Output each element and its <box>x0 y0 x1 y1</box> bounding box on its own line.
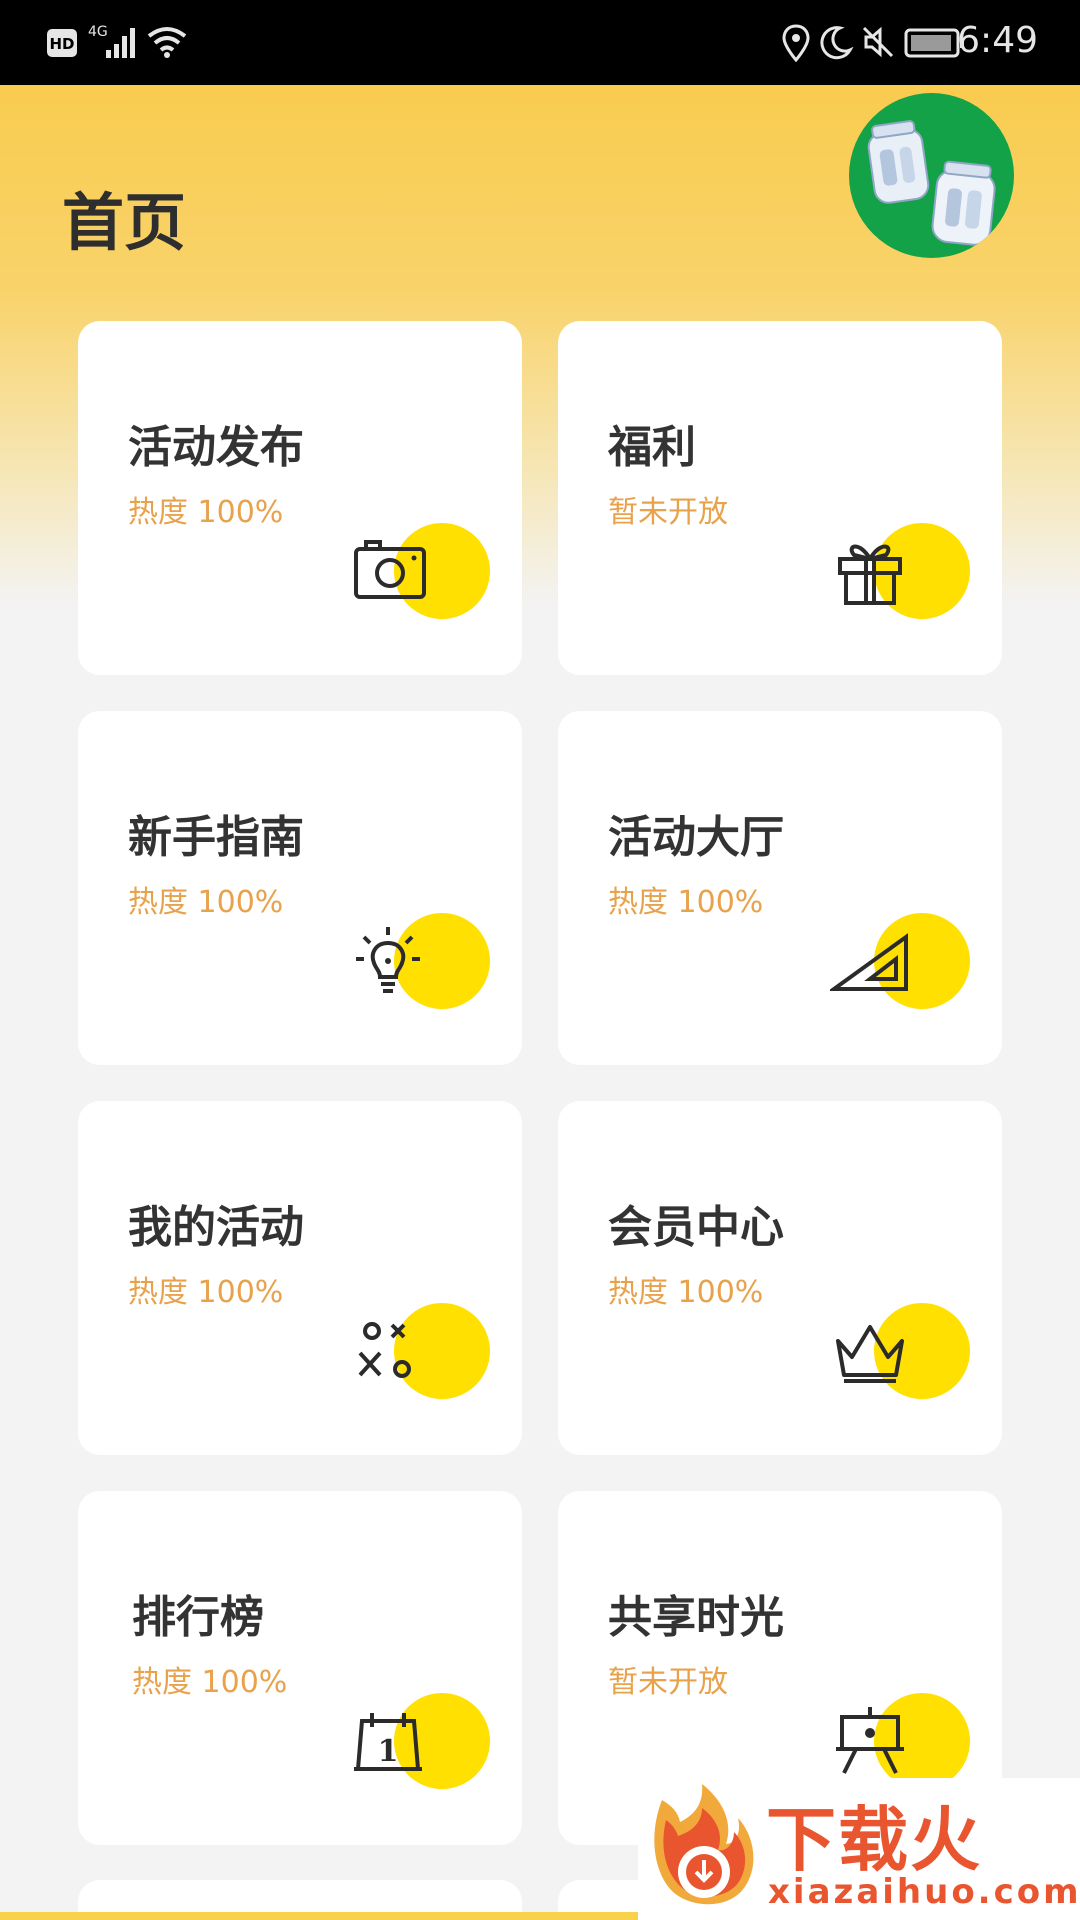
camera-icon <box>348 531 428 611</box>
card-title: 新手指南 <box>128 812 304 863</box>
crown-icon <box>830 1311 910 1391</box>
svg-text:HD: HD <box>49 35 74 53</box>
card-subtitle: 热度 100% <box>128 885 284 920</box>
gift-icon <box>830 531 910 611</box>
card-beginner-guide[interactable]: 新手指南 热度 100% <box>78 711 522 1065</box>
card-title: 共享时光 <box>608 1592 784 1643</box>
wifi-icon <box>147 27 187 58</box>
card-title: 福利 <box>608 422 696 473</box>
card-subtitle: 热度 100% <box>128 1275 284 1310</box>
flame-logo-icon <box>654 1784 754 1905</box>
watermark: 下载火 xiazaihuo.com <box>638 1778 1080 1920</box>
jars-image-icon <box>867 120 996 246</box>
card-activity-hall[interactable]: 活动大厅 热度 100% <box>558 711 1002 1065</box>
card-subtitle: 热度 100% <box>128 495 284 530</box>
card-title: 活动大厅 <box>608 812 784 863</box>
watermark-url: xiazaihuo.com <box>768 1872 1080 1912</box>
card-subtitle: 暂未开放 <box>608 1665 728 1700</box>
card-subtitle: 暂未开放 <box>608 495 728 530</box>
lightbulb-icon <box>348 921 428 1001</box>
card-my-activities[interactable]: 我的活动 热度 100% <box>78 1101 522 1455</box>
status-bar: HD 4G 6:49 <box>0 0 1080 85</box>
set-square-icon <box>827 921 910 1001</box>
card-subtitle: 热度 100% <box>132 1665 288 1700</box>
easel-icon <box>830 1701 910 1781</box>
mute-icon <box>862 26 894 58</box>
card-title: 活动发布 <box>128 422 304 473</box>
card-ranking[interactable]: 排行榜 热度 100% 1 <box>78 1491 522 1845</box>
location-icon <box>782 24 810 62</box>
card-subtitle: 热度 100% <box>608 1275 764 1310</box>
signal-icon: 4G <box>88 24 135 58</box>
card-member-center[interactable]: 会员中心 热度 100% <box>558 1101 1002 1455</box>
card-title: 我的活动 <box>128 1202 304 1253</box>
card-benefits[interactable]: 福利 暂未开放 <box>558 321 1002 675</box>
card-title: 排行榜 <box>132 1592 264 1643</box>
card-activity-publish[interactable]: 活动发布 热度 100% <box>78 321 522 675</box>
moon-icon <box>820 26 854 60</box>
avatar[interactable] <box>849 93 1014 258</box>
hd-icon: HD <box>47 29 77 57</box>
card-title: 会员中心 <box>608 1202 784 1253</box>
page-title: 首页 <box>62 186 187 259</box>
card-subtitle: 热度 100% <box>608 885 764 920</box>
calendar-icon: 1 <box>348 1701 428 1781</box>
svg-text:4G: 4G <box>88 24 108 40</box>
watermark-brand: 下载火 <box>766 1799 982 1881</box>
tic-tac-toe-icon <box>348 1311 428 1391</box>
status-time: 6:49 <box>957 20 1038 61</box>
svg-text:1: 1 <box>378 1734 399 1769</box>
